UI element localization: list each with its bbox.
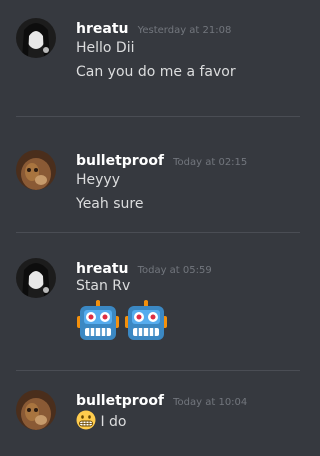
author-name[interactable]: hreatu bbox=[76, 21, 128, 37]
message-divider bbox=[16, 370, 300, 371]
avatar-bulletproof[interactable] bbox=[16, 150, 56, 190]
grimacing-face-emoji[interactable] bbox=[76, 410, 96, 434]
message-header: hreatu Today at 05:59 bbox=[76, 258, 212, 277]
author-name[interactable]: bulletproof bbox=[76, 153, 164, 169]
timestamp: Today at 10:04 bbox=[173, 397, 248, 408]
timestamp: Today at 05:59 bbox=[137, 265, 212, 276]
message-header: bulletproof Today at 10:04 bbox=[76, 390, 247, 409]
message-text-line: I do bbox=[76, 410, 126, 434]
message-divider bbox=[16, 232, 300, 233]
avatar-bulletproof[interactable] bbox=[16, 390, 56, 430]
robot-face-emoji[interactable] bbox=[124, 300, 168, 344]
message-text: Yeah sure bbox=[76, 196, 144, 212]
message-header: hreatu Yesterday at 21:08 bbox=[76, 18, 231, 37]
robot-face-emoji[interactable] bbox=[76, 300, 120, 344]
message-divider bbox=[16, 116, 300, 117]
message-text: I do bbox=[100, 414, 127, 430]
avatar-hreatu[interactable] bbox=[16, 18, 56, 58]
message-text: Stan Rv bbox=[76, 278, 131, 294]
author-name[interactable]: bulletproof bbox=[76, 393, 164, 409]
message-text: Can you do me a favor bbox=[76, 64, 236, 80]
timestamp: Today at 02:15 bbox=[173, 157, 248, 168]
avatar-hreatu[interactable] bbox=[16, 258, 56, 298]
message-text: Heyyy bbox=[76, 172, 120, 188]
message-header: bulletproof Today at 02:15 bbox=[76, 150, 247, 169]
author-name[interactable]: hreatu bbox=[76, 261, 128, 277]
message-text: Hello Dii bbox=[76, 40, 135, 56]
timestamp: Yesterday at 21:08 bbox=[137, 25, 232, 36]
